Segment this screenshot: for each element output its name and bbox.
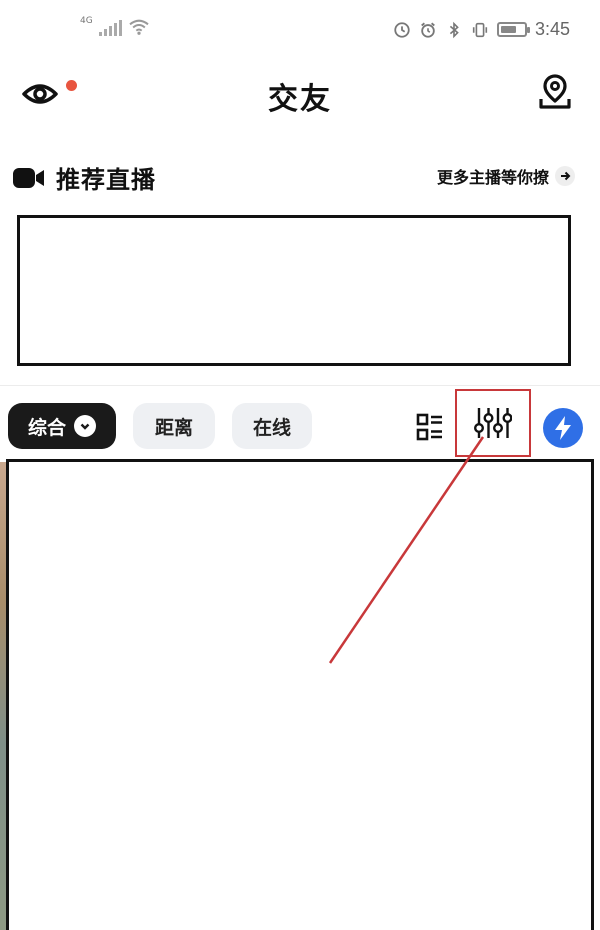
live-section-header: 推荐直播	[12, 160, 156, 195]
more-hosts-link[interactable]: 更多主播等你撩	[437, 164, 575, 188]
filter-chip-online[interactable]: 在线	[232, 403, 312, 449]
more-hosts-label: 更多主播等你撩	[436, 168, 549, 187]
filter-chip-label: 综合	[27, 416, 66, 439]
location-button[interactable]	[535, 72, 575, 112]
status-right: 3:45	[393, 19, 570, 40]
data-saver-icon	[394, 21, 410, 38]
flash-icon	[555, 416, 571, 440]
filter-sliders-icon	[474, 408, 512, 438]
location-pin-icon	[539, 74, 571, 109]
video-camera-icon	[13, 167, 44, 188]
filter-chip-label: 在线	[252, 416, 291, 439]
filter-button[interactable]	[455, 389, 531, 457]
status-bar: 4G 3:45	[0, 0, 600, 60]
battery-level	[500, 26, 517, 33]
live-section-title: 推荐直播	[56, 166, 156, 194]
arrow-right-icon	[555, 166, 575, 186]
filter-chip-label: 距离	[154, 416, 193, 439]
filter-chip-distance[interactable]: 距离	[133, 403, 215, 449]
status-left: 4G	[80, 16, 150, 36]
battery-icon	[496, 22, 530, 37]
quick-match-button[interactable]	[543, 408, 583, 448]
app-header: 交友	[0, 60, 600, 130]
signal-icon	[98, 20, 122, 36]
page-title: 交友	[268, 82, 332, 117]
alarm-icon	[421, 22, 435, 38]
bluetooth-icon	[449, 21, 459, 38]
filter-chip-all[interactable]: 综合	[8, 403, 116, 449]
vibrate-icon	[472, 22, 488, 37]
user-list[interactable]	[6, 459, 594, 930]
network-type: 4G	[80, 16, 93, 26]
chevron-down-icon	[74, 415, 96, 437]
wifi-icon	[129, 19, 149, 35]
section-divider	[0, 385, 600, 386]
live-stream-card[interactable]	[17, 215, 571, 366]
grid-view-icon[interactable]	[416, 413, 444, 441]
clock: 3:45	[534, 19, 570, 39]
